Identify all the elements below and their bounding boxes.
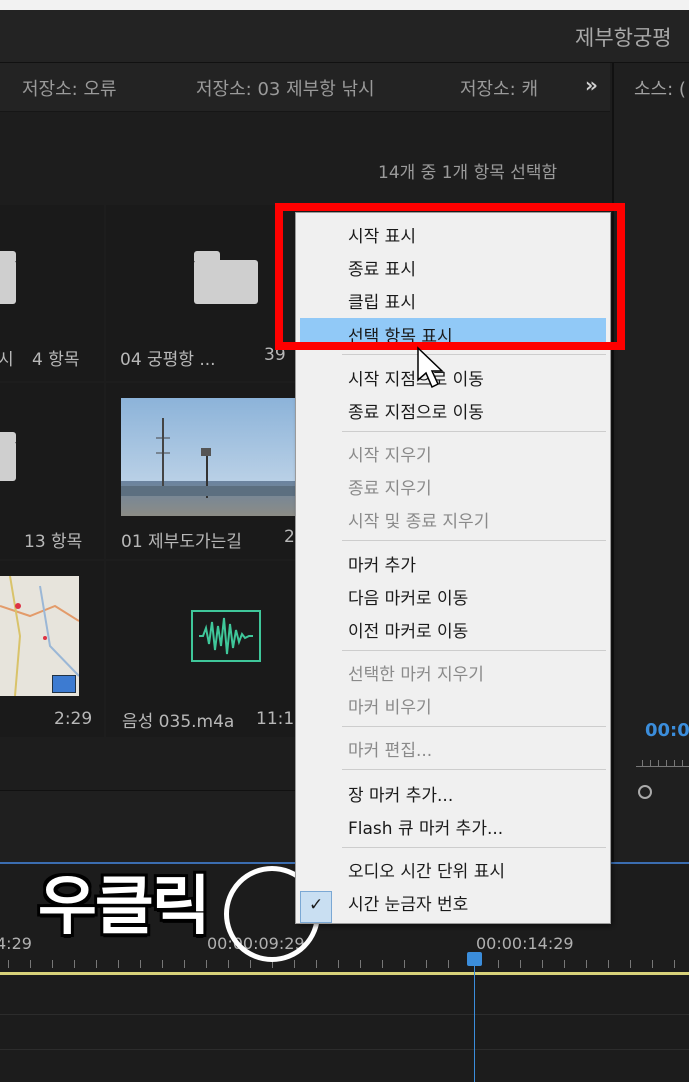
menu-separator — [342, 540, 606, 541]
folder-icon — [194, 251, 258, 304]
work-area-bar[interactable] — [0, 972, 689, 975]
waveform-icon — [191, 610, 261, 662]
right-click-annotation: 우클릭 — [38, 870, 211, 944]
bin-item-count: 4 항목 — [32, 350, 80, 370]
title-bar: 제부항궁평 — [0, 10, 689, 63]
playhead-line[interactable] — [474, 960, 475, 1082]
track-divider — [0, 1014, 689, 1015]
source-scrubber[interactable] — [636, 760, 689, 779]
source-monitor-panel: 소스: ( 00:00 — [612, 63, 689, 863]
bin-folder-tile[interactable]: 13 항목 — [0, 383, 104, 559]
source-timecode[interactable]: 00:00 — [645, 720, 689, 741]
menu-item-previous-marker[interactable]: 이전 마커로 이동 — [296, 614, 610, 644]
menu-item-clear-in[interactable]: 시작 지우기 — [296, 438, 610, 468]
clip-duration: 2 — [284, 527, 295, 547]
menu-item-show-audio-time-units[interactable]: 오디오 시간 단위 표시 — [296, 854, 610, 884]
tab-bin-truncated[interactable]: 저장소: 캐 — [460, 75, 538, 101]
highlight-annotation-box — [275, 203, 625, 350]
playhead-handle[interactable] — [467, 952, 482, 966]
source-scrub-handle[interactable] — [638, 785, 652, 799]
top-strip — [0, 0, 689, 10]
video-clip-tile[interactable]: 01 제부도가는길 2 — [106, 383, 296, 559]
menu-item-clear-markers[interactable]: 마커 비우기 — [296, 690, 610, 720]
bin-name: 시 — [0, 350, 14, 370]
menu-item-next-marker[interactable]: 다음 마커로 이동 — [296, 581, 610, 611]
image-clip-tile[interactable]: 2:29 — [0, 561, 104, 737]
menu-separator — [342, 726, 606, 727]
bin-item-count: 13 항목 — [24, 532, 83, 552]
bin-folder-tile[interactable]: 04 궁평항 ... 39 — [106, 205, 296, 381]
more-tabs-button[interactable]: » — [585, 73, 598, 97]
menu-separator — [342, 769, 606, 770]
menu-item-add-chapter-marker[interactable]: 장 마커 추가... — [296, 778, 610, 808]
project-tab-bar: 저장소: 오류 저장소: 03 제부항 낚시 저장소: 캐 » — [0, 63, 610, 112]
selection-count: 14개 중 1개 항목 선택함 — [378, 163, 558, 183]
menu-separator — [342, 847, 606, 848]
tab-bin-error[interactable]: 저장소: 오류 — [22, 75, 117, 101]
menu-separator — [342, 650, 606, 651]
menu-item-clear-in-out[interactable]: 시작 및 종료 지우기 — [296, 504, 610, 534]
folder-icon — [0, 251, 16, 304]
folder-icon — [0, 432, 16, 481]
track-divider — [0, 1049, 689, 1050]
timeline-label: 00:00:14:29 — [476, 934, 574, 953]
window-title: 제부항궁평 — [575, 26, 672, 50]
mouse-cursor-icon — [417, 346, 444, 389]
menu-item-add-marker[interactable]: 마커 추가 — [296, 548, 610, 578]
menu-item-time-ruler-numbers[interactable]: 시간 눈금자 번호 — [296, 887, 610, 917]
clip-thumbnail — [121, 398, 296, 516]
tab-bin-jebu-fishing[interactable]: 저장소: 03 제부항 낚시 — [196, 75, 375, 101]
clip-name: 음성 035.m4a — [122, 712, 235, 732]
menu-item-edit-marker[interactable]: 마커 편집... — [296, 733, 610, 763]
source-tab-label[interactable]: 소스: ( — [634, 75, 686, 101]
map-thumbnail — [0, 576, 79, 696]
menu-item-clear-selected-marker[interactable]: 선택한 마커 지우기 — [296, 657, 610, 687]
audio-clip-tile[interactable]: 음성 035.m4a 11:1( — [106, 561, 301, 737]
menu-item-add-flash-cue-marker[interactable]: Flash 큐 마커 추가... — [296, 811, 610, 841]
clip-duration: 2:29 — [54, 709, 93, 729]
menu-separator — [342, 431, 606, 432]
bin-folder-tile[interactable]: 시 4 항목 — [0, 205, 104, 381]
menu-separator — [342, 354, 606, 355]
timeline-label: 4:29 — [0, 934, 32, 953]
clip-name: 01 제부도가는길 — [121, 532, 242, 552]
menu-item-go-to-out[interactable]: 종료 지점으로 이동 — [296, 395, 610, 425]
menu-item-clear-out[interactable]: 종료 지우기 — [296, 471, 610, 501]
menu-item-go-to-in[interactable]: 시작 지점으로 이동 — [296, 362, 610, 392]
filmstrip-icon — [52, 675, 76, 693]
bin-name: 04 궁평항 ... — [120, 350, 216, 370]
